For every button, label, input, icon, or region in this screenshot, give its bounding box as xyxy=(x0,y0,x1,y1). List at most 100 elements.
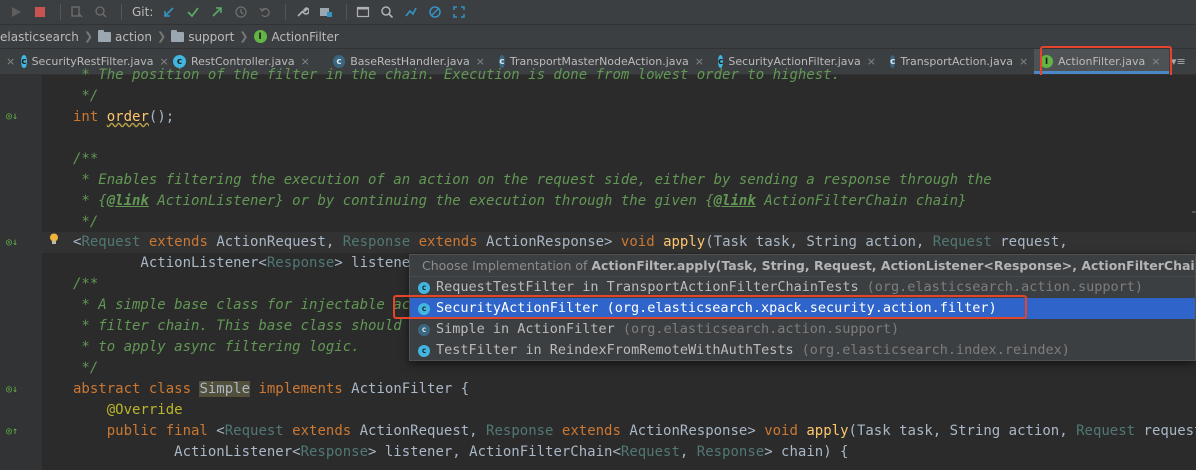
code-line: * to apply async filtering logic. xyxy=(73,337,359,358)
profiler-icon[interactable] xyxy=(91,2,111,22)
code-text: (Task task, String action, xyxy=(705,234,933,250)
override-method-icon[interactable]: ◎↑ xyxy=(6,426,18,437)
coverage-icon[interactable] xyxy=(67,2,87,22)
interface-icon: I xyxy=(253,30,267,43)
type-param: Request xyxy=(224,423,284,439)
git-rollback-icon[interactable] xyxy=(255,2,275,22)
code-text: (Task task, String action, xyxy=(848,423,1077,439)
code-line: */ xyxy=(73,86,98,107)
code-text: ActionListener< xyxy=(73,444,301,460)
editor-gutter xyxy=(0,75,42,470)
implementation-name: Simple in ActionFilter xyxy=(436,321,615,337)
keyword-text: abstract class xyxy=(73,381,200,397)
comment-text: */ xyxy=(73,360,99,376)
type-param: Response xyxy=(300,444,369,460)
type-param: Response xyxy=(342,234,411,250)
code-line: int order(); xyxy=(73,107,174,128)
breadcrumb-label: elasticsearch xyxy=(0,29,79,44)
breadcrumb-item-action[interactable]: action xyxy=(98,29,152,44)
code-text: , xyxy=(679,444,697,460)
wrench-icon[interactable] xyxy=(292,2,312,22)
code-line: * Enables filtering the execution of an … xyxy=(73,170,992,191)
code-text: ActionListener< xyxy=(73,255,267,271)
git-update-icon[interactable] xyxy=(159,2,179,22)
comment-text: /** xyxy=(73,151,99,167)
method-name[interactable]: apply xyxy=(663,234,705,250)
implementation-name: TestFilter in ReindexFromRemoteWithAuthT… xyxy=(436,342,794,358)
type-param: Request xyxy=(620,444,680,460)
breadcrumb-item-support[interactable]: support xyxy=(171,29,234,44)
folder-icon xyxy=(98,29,112,42)
run-debug-icon[interactable] xyxy=(6,2,26,22)
implementation-item-simple[interactable]: c Simple in ActionFilter (org.elasticsea… xyxy=(410,319,1195,340)
popup-header-signature: ActionFilter.apply(Task, String, Request… xyxy=(591,258,1195,273)
search-icon[interactable] xyxy=(377,2,397,22)
close-icon[interactable]: × xyxy=(6,55,15,68)
implemented-class-icon[interactable]: ◎↓ xyxy=(6,384,18,395)
abstract-class-icon: c xyxy=(418,323,430,336)
tab-label: TransportAction.java xyxy=(900,55,1013,68)
code-line: @Override xyxy=(73,400,183,421)
chevron-right-icon: ❯ xyxy=(83,30,94,43)
git-history-icon[interactable] xyxy=(231,2,251,22)
code-text: ActionRequest, xyxy=(216,234,343,250)
class-name[interactable]: Simple xyxy=(199,381,251,397)
code-text: ActionResponse> xyxy=(486,234,621,250)
tab-transportaction[interactable]: c TransportAction.java × xyxy=(884,49,1034,74)
git-push-icon[interactable] xyxy=(207,2,227,22)
javadoc-tag: @link xyxy=(106,193,149,209)
git-commit-icon[interactable] xyxy=(183,2,203,22)
toolbar-separator xyxy=(285,4,287,20)
type-param: Request xyxy=(932,234,992,250)
code-text: request, xyxy=(1143,423,1196,439)
close-icon[interactable]: × xyxy=(1019,55,1028,68)
method-name[interactable]: apply xyxy=(806,423,848,439)
comment-text: * The position of the filter in the chai… xyxy=(73,67,841,83)
code-coverage-icon[interactable] xyxy=(401,2,421,22)
interface-icon: I xyxy=(1040,55,1053,68)
close-icon[interactable]: × xyxy=(867,55,876,68)
comment-text: ActionListener} or by continuing the exe… xyxy=(148,193,714,209)
toolbar: Git: xyxy=(0,0,1196,25)
implemented-method-icon[interactable]: ◎↓ xyxy=(6,237,18,248)
close-icon[interactable]: × xyxy=(1151,55,1160,68)
code-line: * A simple base class for injectable act… xyxy=(73,295,427,316)
no-entry-icon[interactable] xyxy=(425,2,445,22)
keyword-text: implements xyxy=(250,381,352,397)
comment-text: */ xyxy=(73,214,99,230)
keyword-text: public final xyxy=(73,423,217,439)
comment-text: /** xyxy=(73,276,99,292)
type-param: Response xyxy=(696,444,765,460)
implementation-item-securityactionfilter[interactable]: c SecurityActionFilter (org.elasticsearc… xyxy=(410,298,1195,319)
tab-actionfilter[interactable]: I ActionFilter.java × xyxy=(1034,49,1169,74)
code-text: > chain) { xyxy=(764,444,849,460)
keyword-text: extends xyxy=(140,234,217,250)
breadcrumb-item-actionfilter[interactable]: I ActionFilter xyxy=(253,29,339,44)
code-line: /** xyxy=(73,274,98,295)
breadcrumb-label: ActionFilter xyxy=(271,29,339,44)
keyword-text: extends xyxy=(283,423,360,439)
code-line: abstract class Simple implements ActionF… xyxy=(73,379,469,400)
comment-text: * Enables filtering the execution of an … xyxy=(73,172,992,188)
project-structure-icon[interactable] xyxy=(316,2,336,22)
type-param: Response xyxy=(486,423,554,439)
stop-icon[interactable] xyxy=(30,2,50,22)
comment-text: */ xyxy=(73,88,99,104)
code-line: */ xyxy=(73,358,98,379)
class-icon: c xyxy=(418,302,430,315)
method-name[interactable]: order xyxy=(107,109,149,125)
comment-text: ActionFilterChain chain} xyxy=(755,193,967,209)
tab-overflow-icon[interactable]: ▾≡ xyxy=(1169,49,1188,74)
lightbulb-icon[interactable] xyxy=(49,233,59,245)
implementation-item-requesttestfilter[interactable]: c RequestTestFilter in TransportActionFi… xyxy=(410,277,1195,298)
implemented-method-icon[interactable]: ◎↓ xyxy=(6,111,18,122)
breadcrumb-item-elasticsearch[interactable]: elasticsearch xyxy=(0,30,79,44)
comment-text: * { xyxy=(73,193,107,209)
implementation-name: RequestTestFilter in TransportActionFilt… xyxy=(436,279,859,295)
terminal-icon[interactable] xyxy=(353,2,373,22)
type-param: Request xyxy=(1076,423,1136,439)
annotation-text: @Override xyxy=(73,402,183,418)
screenshot-icon[interactable] xyxy=(449,2,469,22)
code-text: > listener, ActionFilterChain< xyxy=(368,444,621,460)
implementation-item-testfilter[interactable]: c TestFilter in ReindexFromRemoteWithAut… xyxy=(410,340,1195,361)
